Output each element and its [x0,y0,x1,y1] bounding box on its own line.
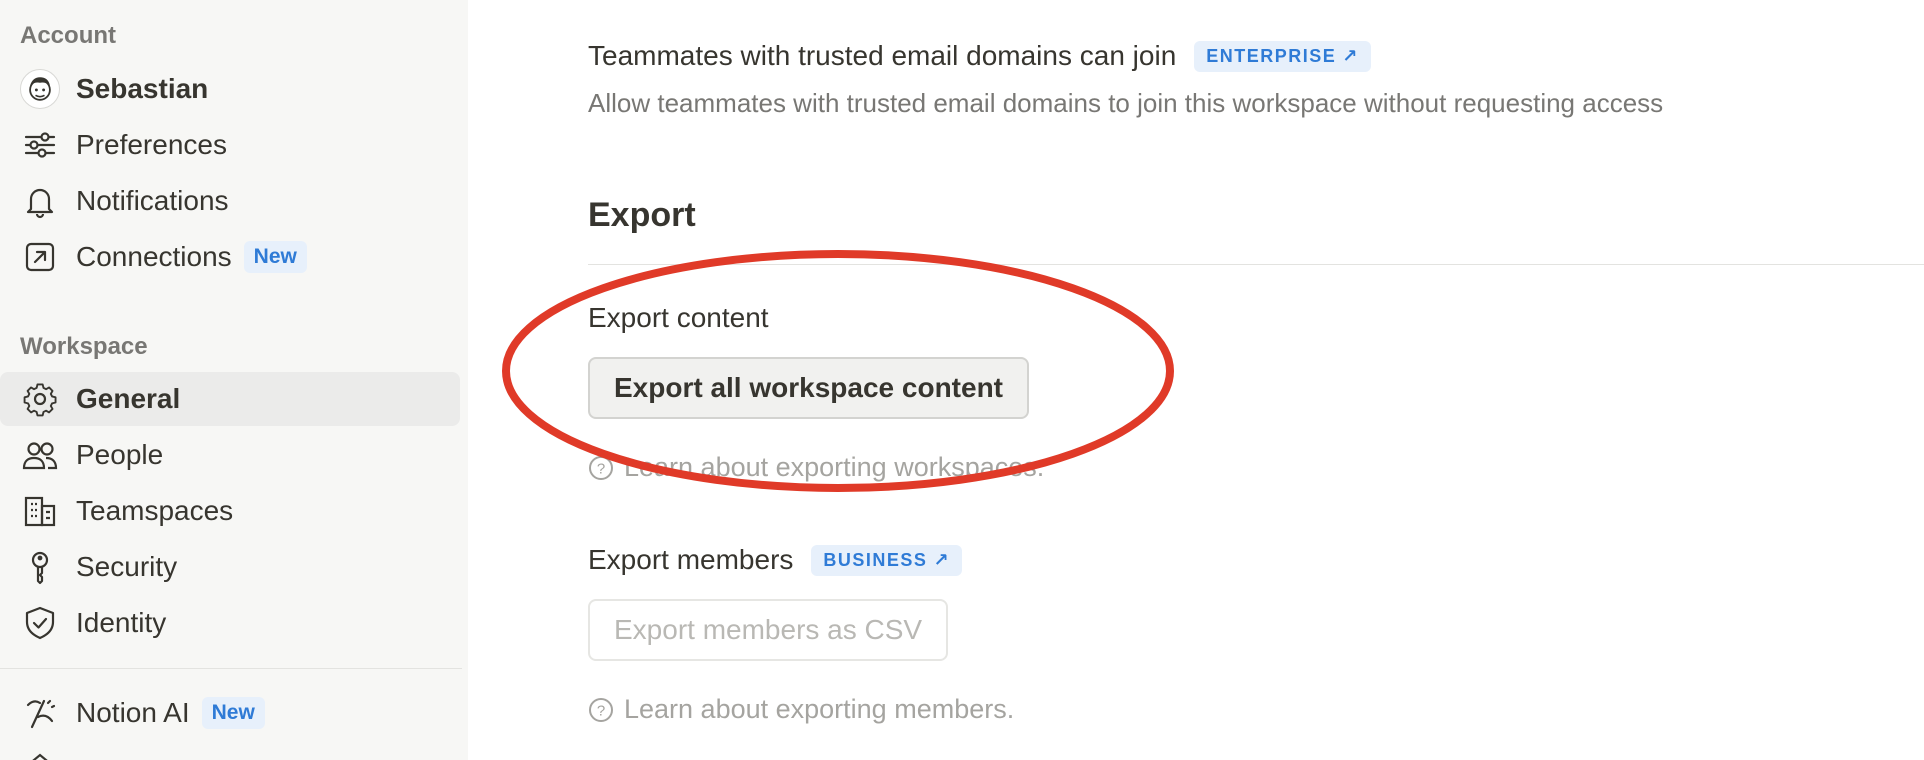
arrow-up-right-icon: ↗ [933,549,951,570]
sidebar-item-security[interactable]: Security [0,540,460,594]
trusted-domains-title: Teammates with trusted email domains can… [588,40,1371,72]
settings-sidebar: Account Sebastian Preferences Notificati… [0,0,468,760]
key-icon [20,547,60,587]
sidebar-divider [0,668,462,669]
business-badge[interactable]: BUSINESS ↗ [811,544,963,576]
sidebar-item-label: People [76,439,164,470]
sidebar-item-label: General [76,383,181,414]
section-divider [588,264,1924,265]
sidebar-item-label: Security [76,551,178,582]
sidebar-item-connections[interactable]: Connections New [0,230,460,284]
sidebar-item-partial[interactable] [0,742,460,760]
workspace-section-label: Workspace [20,333,148,360]
new-badge: New [243,241,307,273]
shield-check-icon [20,603,60,643]
sidebar-item-general[interactable]: General [0,372,460,426]
settings-main-panel: Teammates with trusted email domains can… [468,0,1924,760]
bell-icon [20,181,60,221]
account-section-label: Account [20,22,116,49]
gear-icon [20,379,60,419]
sidebar-item-people[interactable]: People [0,428,460,482]
new-badge: New [201,697,265,729]
enterprise-badge[interactable]: ENTERPRISE ↗ [1194,40,1371,72]
help-link-label: Learn about exporting workspaces. [624,452,1045,482]
svg-text:?: ? [597,460,605,477]
sidebar-item-preferences[interactable]: Preferences [0,118,460,172]
sidebar-item-notifications[interactable]: Notifications [0,174,460,228]
partial-icon [20,749,60,760]
question-circle-icon: ? [589,697,613,722]
help-link-label: Learn about exporting members. [624,694,1015,724]
business-badge-label: BUSINESS [823,549,928,570]
enterprise-badge-label: ENTERPRISE [1206,45,1337,66]
sidebar-item-label: Sebastian [76,73,209,104]
trusted-domains-label: Teammates with trusted email domains can… [588,40,1177,71]
export-members-label: Export members [588,544,794,575]
sidebar-item-label: Teamspaces [76,495,234,526]
sidebar-item-profile[interactable]: Sebastian [0,62,460,116]
sidebar-item-label: Preferences [76,129,227,160]
arrow-up-right-icon: ↗ [1342,45,1359,66]
sidebar-item-label: Notifications [76,185,229,216]
sidebar-item-label: Notion AI [76,697,190,728]
sidebar-item-label: Identity [76,607,167,638]
sidebar-item-label: Connections [76,241,232,272]
sidebar-item-notion-ai[interactable]: Notion AI New [0,686,460,740]
export-members-help-link[interactable]: ? Learn about exporting members. [588,694,1014,725]
export-members-title: Export members BUSINESS ↗ [588,544,963,576]
notion-ai-icon [20,693,60,733]
export-section-heading: Export [588,196,696,234]
sidebar-item-teamspaces[interactable]: Teamspaces [0,484,460,538]
sidebar-item-identity[interactable]: Identity [0,596,460,650]
export-all-workspace-content-button[interactable]: Export all workspace content [588,357,1029,419]
export-members-csv-button[interactable]: Export members as CSV [588,599,949,661]
external-link-icon [20,237,60,277]
avatar-face-icon [29,77,51,101]
export-content-label: Export content [588,302,769,333]
export-workspaces-help-link[interactable]: ? Learn about exporting workspaces. [588,452,1044,483]
building-icon [20,491,60,531]
people-icon [20,435,60,475]
question-circle-icon: ? [589,455,613,480]
avatar [20,69,60,109]
svg-text:?: ? [597,702,605,719]
settings-window: Account Sebastian Preferences Notificati… [0,0,1924,760]
export-content-title: Export content [588,302,769,334]
trusted-domains-description: Allow teammates with trusted email domai… [588,88,1664,118]
sliders-icon [20,125,60,165]
